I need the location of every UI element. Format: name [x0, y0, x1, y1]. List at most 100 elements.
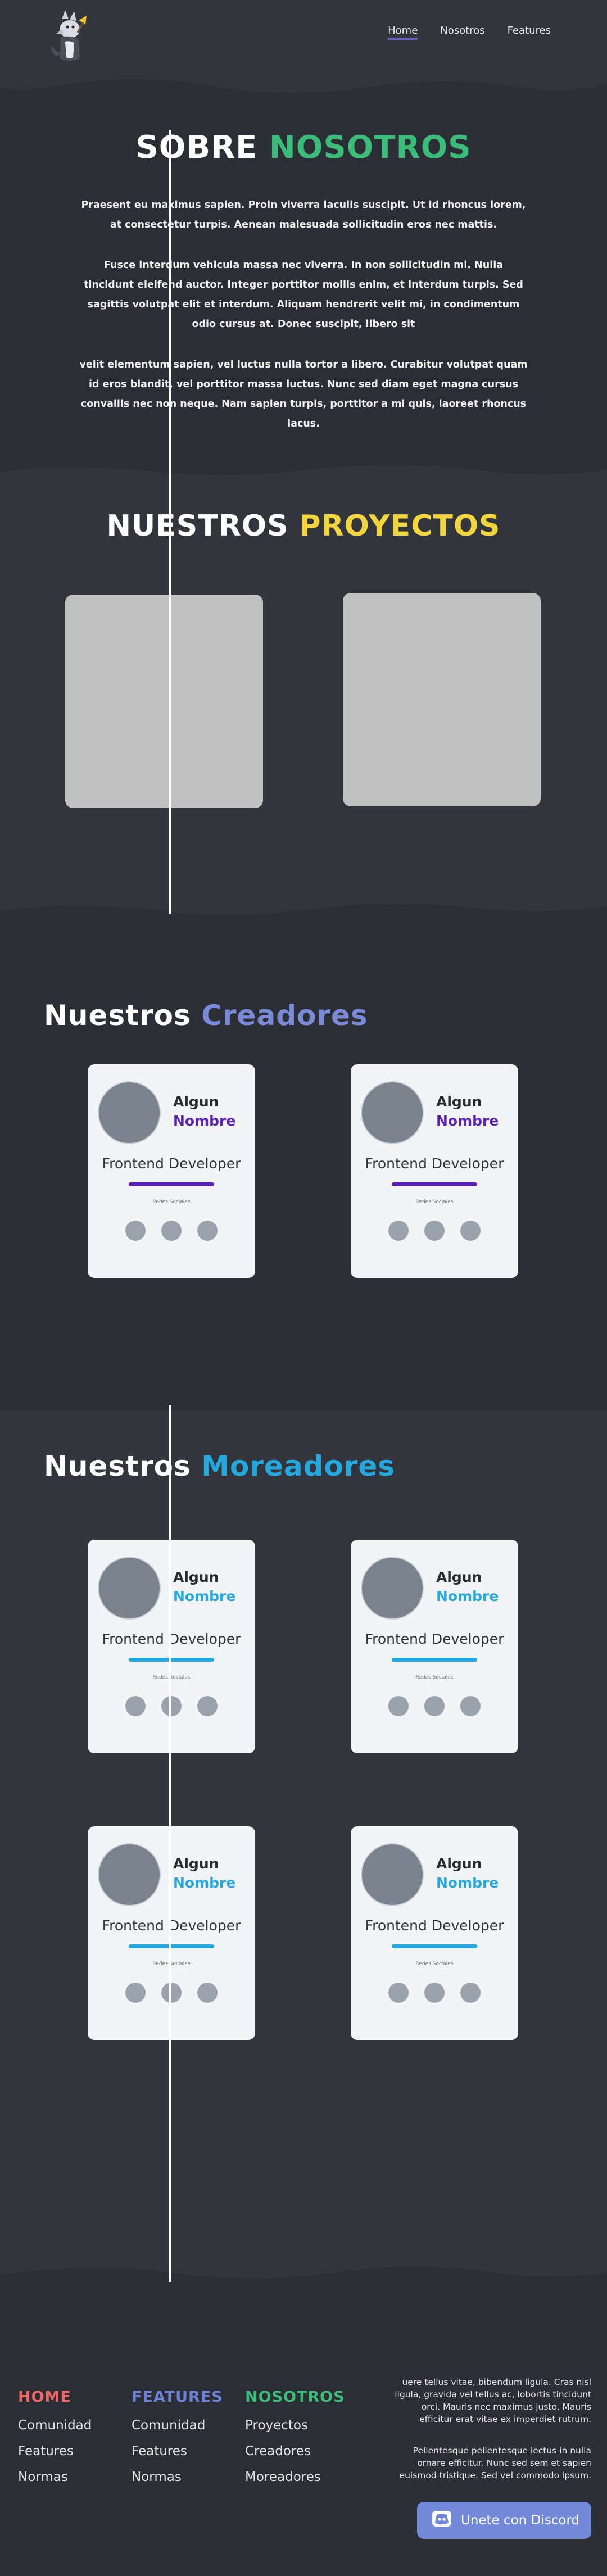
footer-link[interactable]: Moreadores — [245, 2470, 345, 2484]
avatar — [98, 1081, 161, 1144]
social-label: Redes Sociales — [152, 1961, 191, 1967]
social-label: Redes Sociales — [415, 1199, 454, 1205]
footer-link[interactable]: Normas — [132, 2470, 223, 2484]
avatar — [361, 1081, 424, 1144]
nav-features-link[interactable]: Features — [508, 25, 551, 37]
social-icon[interactable] — [125, 1983, 146, 2003]
wave-bottom — [0, 465, 607, 483]
about-title: SOBRE NOSOTROS — [0, 129, 607, 166]
nav-nosotros-link[interactable]: Nosotros — [440, 25, 484, 37]
card-first-name: Algun — [173, 1094, 219, 1110]
card-last-name: Nombre — [436, 1113, 499, 1129]
discord-icon — [432, 2510, 452, 2530]
card-accent-bar — [392, 1658, 477, 1662]
card-role: Frontend Developer — [365, 1155, 504, 1172]
card-first-name: Algun — [436, 1856, 482, 1872]
social-icon[interactable] — [161, 1983, 182, 2003]
wave-top — [0, 2259, 607, 2279]
wolf-logo[interactable] — [45, 8, 96, 64]
social-links — [88, 1983, 255, 2003]
card-accent-bar — [129, 1658, 214, 1662]
social-icon[interactable] — [125, 1696, 146, 1716]
projects-title-part-1: NUESTROS — [106, 509, 300, 543]
social-icon[interactable] — [388, 1696, 409, 1716]
card-accent-bar — [392, 1944, 477, 1948]
card-role: Frontend Developer — [365, 1917, 504, 1934]
footer-text-2: Pellentesque pellentesque lectus in null… — [399, 2446, 591, 2480]
social-links — [351, 1983, 518, 2003]
about-title-part-1: SOBRE — [135, 129, 269, 166]
social-icon[interactable] — [460, 1696, 481, 1716]
creator-card[interactable]: Algun Nombre Frontend Developer Redes So… — [351, 1064, 518, 1278]
avatar — [98, 1557, 161, 1620]
social-icon[interactable] — [388, 1221, 409, 1241]
main-nav: Home Nosotros Features — [388, 25, 551, 40]
social-icon[interactable] — [460, 1983, 481, 2003]
avatar — [361, 1843, 424, 1906]
project-card-2[interactable] — [343, 593, 541, 806]
social-icon[interactable] — [197, 1221, 218, 1241]
discord-button[interactable]: Unete con Discord — [417, 2502, 591, 2539]
moderators-title: Nuestros Moreadores — [44, 1450, 395, 1482]
moderator-card[interactable]: Algun Nombre Frontend Developer Redes So… — [351, 1540, 518, 1753]
project-card-1[interactable] — [65, 595, 263, 808]
social-links — [351, 1696, 518, 1716]
footer-col-features: FEATURES Comunidad Features Normas — [132, 2388, 223, 2496]
avatar — [98, 1843, 161, 1906]
card-role: Frontend Developer — [102, 1917, 241, 1934]
footer-heading: NOSOTROS — [245, 2388, 345, 2406]
card-last-name: Nombre — [173, 1875, 236, 1891]
nav-home-link[interactable]: Home — [388, 25, 418, 40]
about-paragraph-1: Praesent eu maximus sapien. Proin viverr… — [81, 199, 526, 230]
social-icon[interactable] — [424, 1696, 445, 1716]
social-links — [88, 1696, 255, 1716]
card-role: Frontend Developer — [102, 1155, 241, 1172]
footer-link[interactable]: Features — [132, 2444, 223, 2459]
about-paragraph-3: velit elementum sapien, vel luctus nulla… — [79, 359, 528, 429]
card-last-name: Nombre — [436, 1875, 499, 1891]
card-first-name: Algun — [436, 1094, 482, 1110]
moderator-card[interactable]: Algun Nombre Frontend Developer Redes So… — [351, 1826, 518, 2040]
moderator-card[interactable]: Algun Nombre Frontend Developer Redes So… — [88, 1826, 255, 2040]
social-icon[interactable] — [125, 1221, 146, 1241]
social-icon[interactable] — [460, 1221, 481, 1241]
card-last-name: Nombre — [436, 1588, 499, 1604]
wave-top — [0, 899, 607, 915]
creators-title-part-2: Creadores — [201, 999, 368, 1032]
card-role: Frontend Developer — [102, 1631, 241, 1647]
footer-link[interactable]: Comunidad — [132, 2418, 223, 2433]
projects-title-part-2: PROYECTOS — [299, 509, 501, 543]
footer-heading: HOME — [18, 2388, 71, 2406]
footer-link[interactable]: Comunidad — [18, 2418, 92, 2433]
social-label: Redes Sociales — [415, 1675, 454, 1680]
footer-heading: FEATURES — [132, 2388, 223, 2406]
social-label: Redes Sociales — [152, 1675, 191, 1680]
card-accent-bar — [129, 1182, 214, 1186]
moderator-card[interactable]: Algun Nombre Frontend Developer Redes So… — [88, 1540, 255, 1753]
avatar — [361, 1557, 424, 1620]
card-accent-bar — [129, 1944, 214, 1948]
social-links — [351, 1221, 518, 1241]
creator-card[interactable]: Algun Nombre Frontend Developer Redes So… — [88, 1064, 255, 1278]
about-paragraph-2: Fusce interdum vehicula massa nec viverr… — [84, 260, 523, 330]
footer-col-home: HOME Comunidad Features Normas — [18, 2388, 92, 2496]
social-icon[interactable] — [161, 1221, 182, 1241]
about-text: Praesent eu maximus sapien. Proin viverr… — [79, 196, 528, 434]
card-last-name: Nombre — [173, 1588, 236, 1604]
timeline-line — [169, 130, 171, 914]
footer-link[interactable]: Proyectos — [245, 2418, 345, 2433]
social-icon[interactable] — [388, 1983, 409, 2003]
creators-title: Nuestros Creadores — [44, 999, 368, 1032]
social-icon[interactable] — [161, 1696, 182, 1716]
projects-title: NUESTROS PROYECTOS — [0, 509, 607, 543]
social-label: Redes Sociales — [415, 1961, 454, 1967]
social-icon[interactable] — [197, 1983, 218, 2003]
footer-col-nosotros: NOSOTROS Proyectos Creadores Moreadores — [245, 2388, 345, 2496]
social-icon[interactable] — [424, 1983, 445, 2003]
footer-link[interactable]: Normas — [18, 2470, 92, 2484]
wave-top — [0, 67, 607, 93]
footer-link[interactable]: Creadores — [245, 2444, 345, 2459]
footer-link[interactable]: Features — [18, 2444, 92, 2459]
social-icon[interactable] — [197, 1696, 218, 1716]
social-icon[interactable] — [424, 1221, 445, 1241]
